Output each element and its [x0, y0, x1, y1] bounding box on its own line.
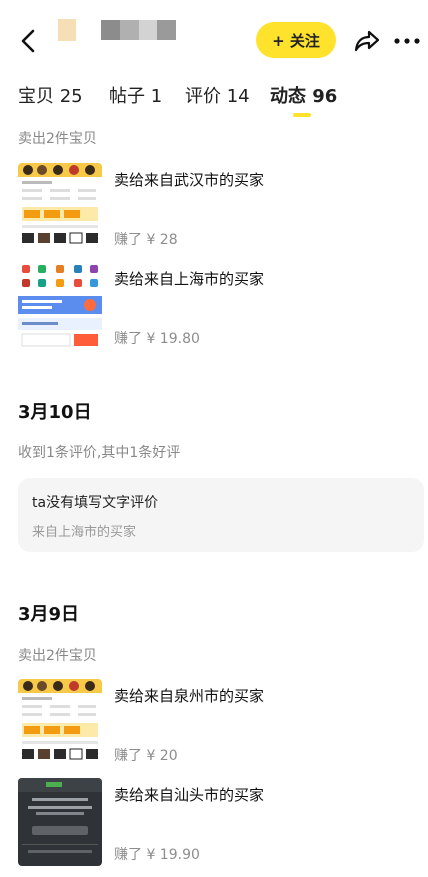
- more-options-icon[interactable]: [392, 26, 422, 56]
- sold-item[interactable]: 卖给来自泉州市的买家 赚了 ¥ 20: [18, 679, 418, 771]
- review-text: ta没有填写文字评价: [32, 495, 159, 511]
- review-source: 来自上海市的买家: [32, 525, 137, 540]
- item-title: 卖给来自汕头市的买家: [114, 786, 265, 804]
- item-earnings: 赚了 ¥ 28: [114, 232, 178, 248]
- tab-posts[interactable]: 帖子 1: [109, 82, 162, 108]
- review-summary: 收到1条评价,其中1条好评: [18, 445, 181, 461]
- review-card[interactable]: ta没有填写文字评价 来自上海市的买家: [18, 478, 424, 552]
- item-title: 卖给来自上海市的买家: [114, 270, 265, 288]
- sold-item[interactable]: 卖给来自汕头市的买家 赚了 ¥ 19.90: [18, 778, 418, 870]
- item-earnings: 赚了 ¥ 19.80: [114, 331, 200, 347]
- item-title: 卖给来自泉州市的买家: [114, 687, 265, 705]
- user-name-blurred: [101, 20, 176, 40]
- item-title: 卖给来自武汉市的买家: [114, 171, 265, 189]
- item-earnings: 赚了 ¥ 20: [114, 748, 178, 764]
- user-avatar[interactable]: [58, 19, 76, 41]
- item-thumbnail: [18, 262, 102, 350]
- tab-reviews[interactable]: 评价 14: [185, 82, 250, 108]
- tab-activity[interactable]: 动态 96: [270, 82, 337, 108]
- follow-button[interactable]: + 关注: [256, 22, 336, 58]
- share-icon[interactable]: [351, 26, 381, 56]
- date-heading: 3月9日: [18, 604, 80, 625]
- item-thumbnail: [18, 163, 102, 251]
- back-icon[interactable]: [14, 26, 44, 56]
- top-bar: + 关注: [0, 0, 428, 80]
- profile-tabs: 宝贝 25 帖子 1 评价 14 动态 96: [18, 82, 418, 122]
- item-thumbnail: [18, 679, 102, 767]
- active-tab-indicator: [293, 113, 311, 117]
- sold-item[interactable]: 卖给来自武汉市的买家 赚了 ¥ 28: [18, 163, 418, 255]
- date-heading: 3月10日: [18, 402, 92, 423]
- sold-summary: 卖出2件宝贝: [18, 648, 97, 664]
- sold-summary: 卖出2件宝贝: [18, 131, 97, 147]
- item-earnings: 赚了 ¥ 19.90: [114, 847, 200, 863]
- tab-items[interactable]: 宝贝 25: [18, 82, 83, 108]
- sold-item[interactable]: 卖给来自上海市的买家 赚了 ¥ 19.80: [18, 262, 418, 354]
- item-thumbnail: [18, 778, 102, 866]
